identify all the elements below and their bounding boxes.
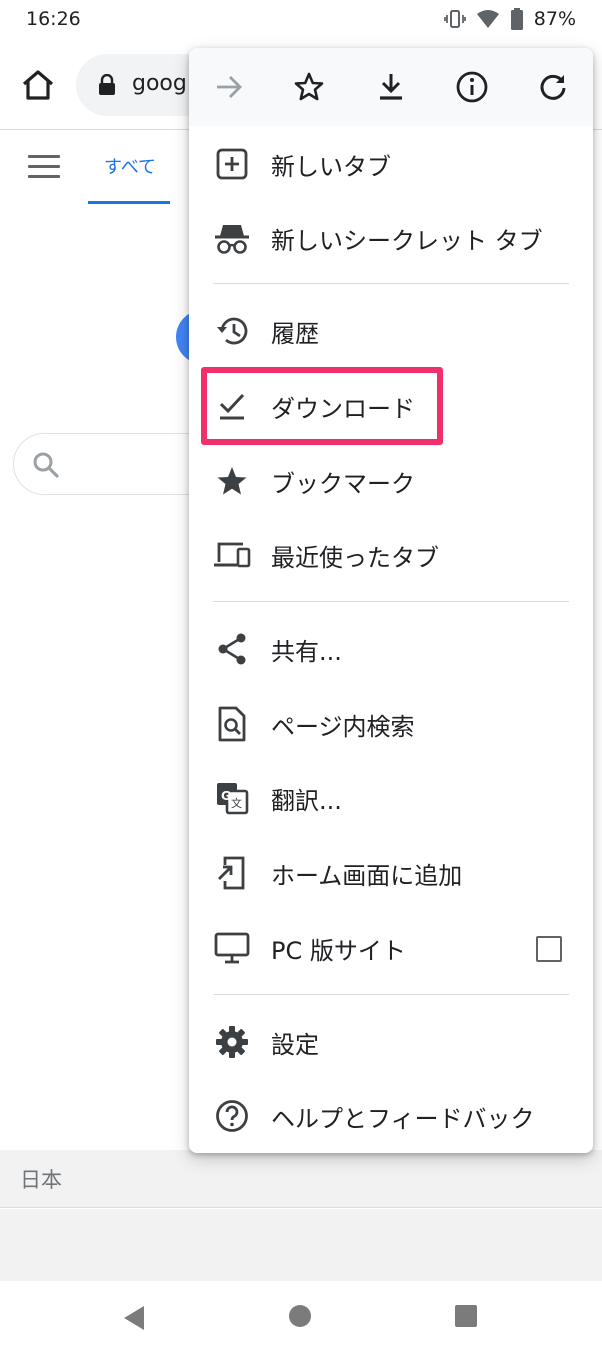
bookmark-star-icon[interactable] <box>291 69 327 105</box>
system-nav-bar <box>0 1281 602 1355</box>
translate-icon: G文 <box>213 779 251 817</box>
menu-item-add-to-home[interactable]: ホーム画面に追加 <box>189 835 593 909</box>
screen: 16:26 87% goog すべて 日本 新しいタブ 新しいシークレット タブ… <box>0 0 602 1355</box>
status-icons: 87% <box>443 8 576 30</box>
menu-item-settings[interactable]: 設定 <box>189 1004 593 1078</box>
menu-divider <box>213 283 569 284</box>
download-icon[interactable] <box>373 69 409 105</box>
nav-recents-icon[interactable] <box>455 1305 477 1327</box>
footer-links <box>0 1209 602 1281</box>
hamburger-menu-icon[interactable] <box>28 155 60 181</box>
status-bar: 16:26 87% <box>0 0 602 40</box>
menu-item-label: ヘルプとフィードバック <box>271 1105 535 1133</box>
menu-item-find-in-page[interactable]: ページ内検索 <box>189 686 593 760</box>
tab-all-underline <box>88 201 170 204</box>
vibrate-icon <box>443 9 466 29</box>
new-tab-icon <box>213 145 251 183</box>
tab-all[interactable]: すべて <box>90 153 170 179</box>
menu-item-label: 翻訳... <box>271 787 342 815</box>
desktop-site-checkbox[interactable] <box>536 936 562 962</box>
battery-percent: 87% <box>533 8 576 30</box>
menu-item-help[interactable]: ヘルプとフィードバック <box>189 1078 593 1152</box>
menu-item-bookmarks[interactable]: ブックマーク <box>189 443 593 517</box>
menu-item-history[interactable]: 履歴 <box>189 293 593 367</box>
home-button[interactable] <box>18 65 58 105</box>
bookmarks-icon <box>213 462 251 500</box>
menu-item-incognito-tab[interactable]: 新しいシークレット タブ <box>189 200 593 274</box>
status-time: 16:26 <box>26 8 81 30</box>
menu-item-label: ブックマーク <box>271 470 415 498</box>
menu-item-label: 履歴 <box>271 320 319 348</box>
menu-item-share[interactable]: 共有... <box>189 611 593 685</box>
home-icon <box>22 70 54 100</box>
footer-country: 日本 <box>20 1168 62 1192</box>
menu-item-label: PC 版サイト <box>271 937 406 965</box>
battery-icon <box>510 8 524 30</box>
info-icon[interactable] <box>454 69 490 105</box>
menu-item-new-tab[interactable]: 新しいタブ <box>189 126 593 200</box>
menu-item-recent-tabs[interactable]: 最近使ったタブ <box>189 517 593 591</box>
forward-icon[interactable] <box>211 69 247 105</box>
omnibox-url: goog <box>132 71 187 96</box>
menu-item-label: ホーム画面に追加 <box>271 862 463 890</box>
svg-text:G: G <box>221 789 231 803</box>
footer-region: 日本 <box>0 1150 602 1208</box>
nav-home-icon[interactable] <box>289 1305 311 1327</box>
menu-item-label: 最近使ったタブ <box>271 544 439 572</box>
downloads-highlight <box>201 367 443 445</box>
search-icon <box>32 451 60 483</box>
add-to-home-icon <box>213 854 251 892</box>
menu-item-label: 新しいタブ <box>271 153 391 181</box>
wifi-icon <box>476 9 500 29</box>
lock-icon <box>98 73 116 100</box>
menu-item-label: 新しいシークレット タブ <box>271 227 543 255</box>
share-icon <box>213 630 251 668</box>
help-icon <box>213 1097 251 1135</box>
menu-item-label: 設定 <box>271 1031 319 1059</box>
incognito-icon <box>213 219 251 257</box>
menu-item-label: 共有... <box>271 638 342 666</box>
recent-tabs-icon <box>213 536 251 574</box>
menu-divider <box>213 601 569 602</box>
history-icon <box>213 312 251 350</box>
find-in-page-icon <box>213 705 251 743</box>
menu-item-translate[interactable]: G文 翻訳... <box>189 760 593 834</box>
overflow-menu: 新しいタブ 新しいシークレット タブ 履歴 ダウンロード ブックマーク 最近使っ… <box>189 48 593 1153</box>
menu-item-label: ページ内検索 <box>271 713 415 741</box>
svg-text:文: 文 <box>231 796 242 810</box>
menu-action-row <box>189 48 593 126</box>
menu-item-desktop-site[interactable]: PC 版サイト <box>189 910 593 984</box>
nav-back-icon[interactable] <box>122 1305 146 1335</box>
menu-divider <box>213 994 569 995</box>
settings-icon <box>213 1023 251 1061</box>
reload-icon[interactable] <box>535 69 571 105</box>
desktop-icon <box>213 929 251 967</box>
